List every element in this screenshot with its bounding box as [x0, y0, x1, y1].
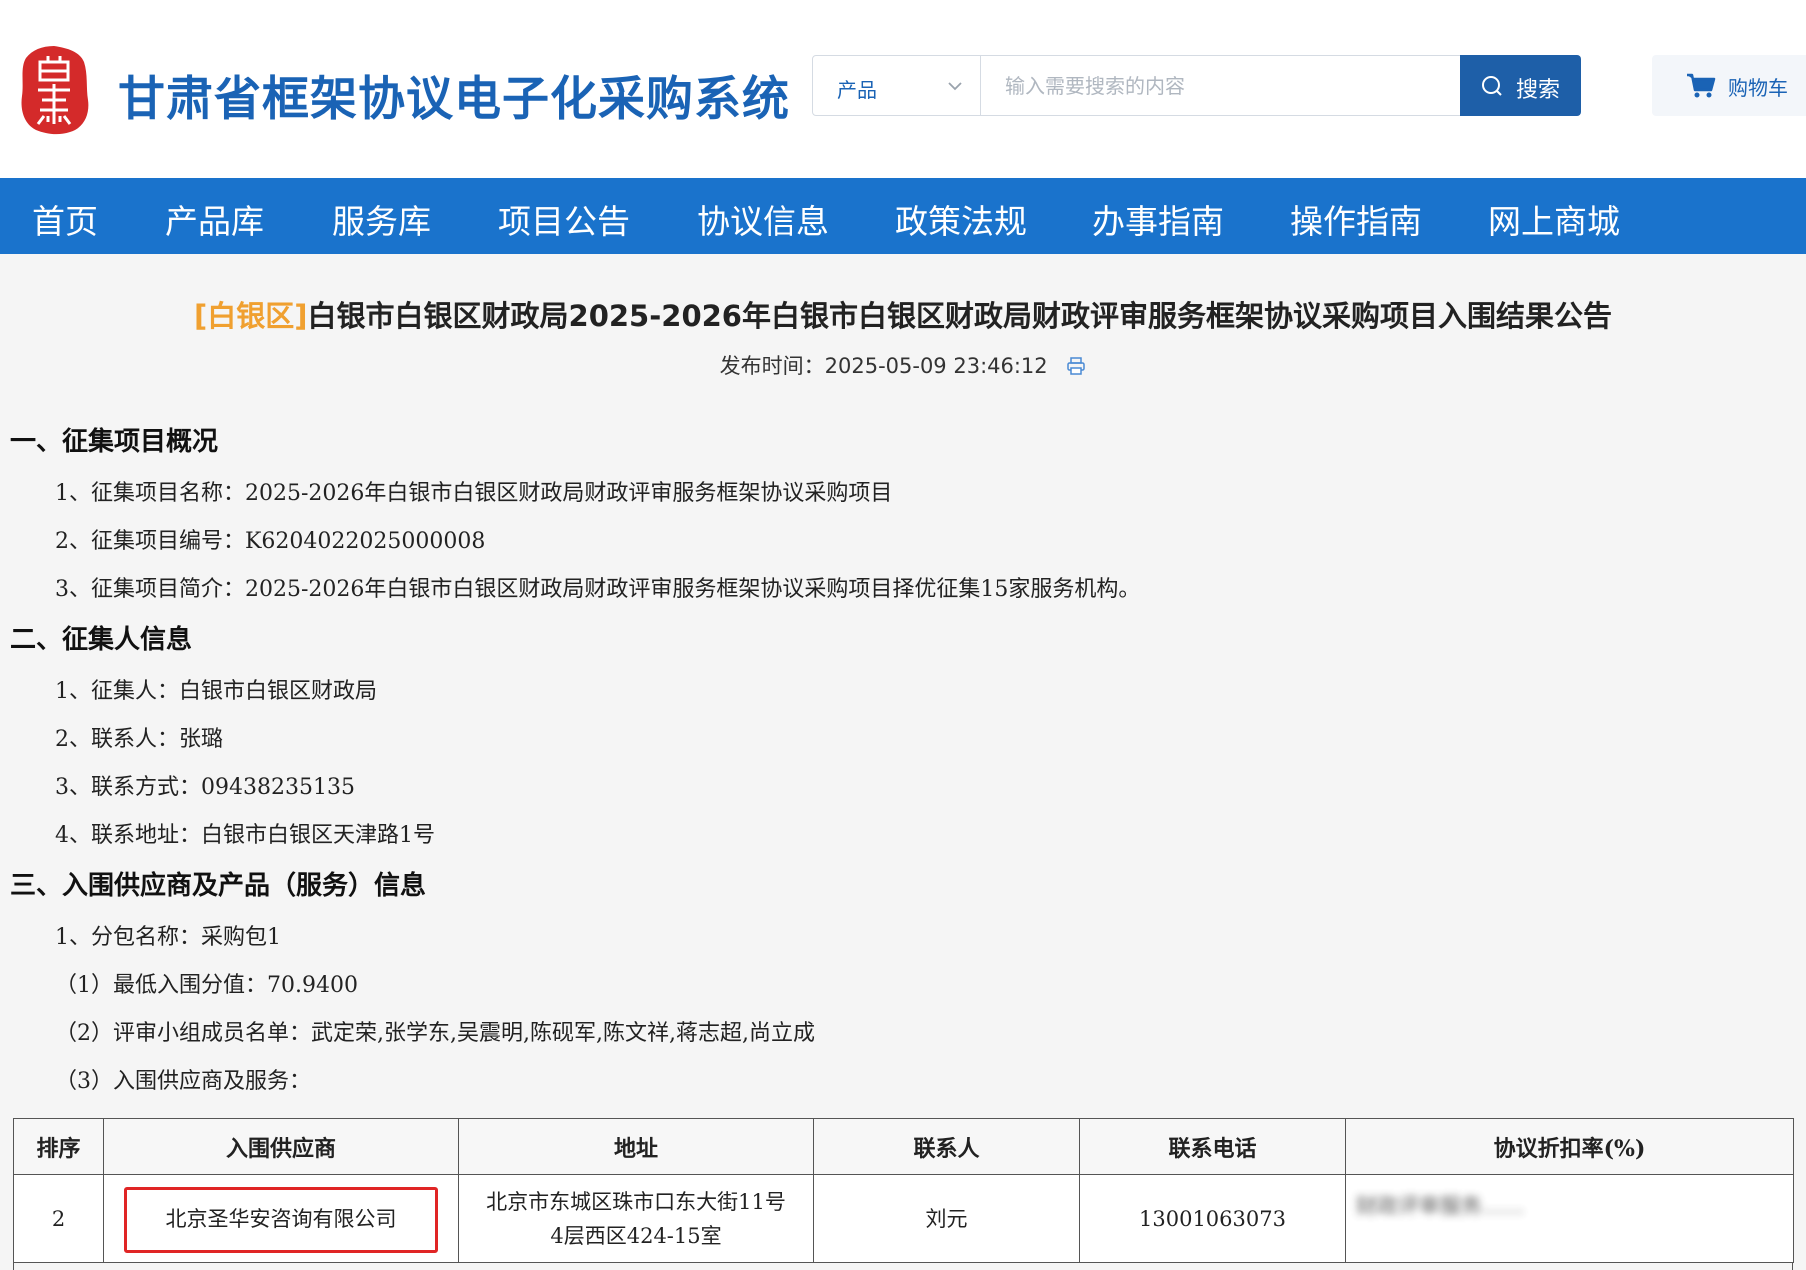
site-title: 甘肃省框架协议电子化采购系统 — [118, 72, 790, 127]
column-header-discount: 协议折扣率(%) — [1345, 1118, 1794, 1175]
contact-person-line: 2、联系人：张璐 — [55, 727, 223, 752]
column-header-contact: 联系人 — [813, 1118, 1080, 1175]
nav-item-online-mall[interactable]: 网上商城 — [1488, 195, 1620, 243]
collector-line: 1、征集人：白银市白银区财政局 — [55, 679, 377, 704]
supplier-table: 排序 入围供应商 地址 联系人 联系电话 协议折扣率(%) 2 北京圣华安咨询有… — [13, 1118, 1794, 1263]
nav-item-project-notices[interactable]: 项目公告 — [498, 195, 630, 243]
address-cell: 北京市东城区珠市口东大街11号 4层西区424-15室 — [458, 1174, 814, 1263]
column-header-rank: 排序 — [13, 1118, 104, 1175]
chevron-down-icon — [948, 82, 962, 91]
column-header-supplier: 入围供应商 — [103, 1118, 459, 1175]
column-header-phone: 联系电话 — [1079, 1118, 1346, 1175]
district-tag: [白银区] — [194, 299, 308, 333]
search-input[interactable] — [981, 56, 1461, 115]
section-heading-collector-info: 二、征集人信息 — [10, 625, 193, 655]
project-summary-line: 3、征集项目简介：2025-2026年白银市白银区财政局财政评审服务框架协议采购… — [55, 577, 1141, 602]
contact-cell: 刘元 — [813, 1174, 1080, 1263]
rank-cell: 2 — [13, 1174, 104, 1263]
nav-item-agreement-info[interactable]: 协议信息 — [697, 195, 829, 243]
review-panel-line: （2）评审小组成员名单：武定荣,张学东,吴震明,陈砚军,陈文祥,蒋志超,尚立成 — [55, 1021, 815, 1046]
cart-label: 购物车 — [1728, 76, 1788, 100]
search-category-select[interactable]: 产品 — [813, 56, 981, 115]
page-title: [白银区]白银市白银区财政局2025-2026年白银市白银区财政局财政评审服务框… — [0, 293, 1806, 335]
page-title-text: 白银市白银区财政局2025-2026年白银市白银区财政局财政评审服务框架协议采购… — [307, 299, 1612, 333]
section-heading-supplier-info: 三、入围供应商及产品（服务）信息 — [10, 871, 427, 901]
search-category-label: 产品 — [837, 78, 877, 102]
min-score-line: （1）最低入围分值：70.9400 — [55, 973, 358, 998]
blurred-discount-text: 财政评审服务…… — [1356, 1194, 1524, 1218]
package-name-line: 1、分包名称：采购包1 — [55, 925, 281, 950]
search-button[interactable]: 搜索 — [1460, 55, 1581, 116]
publish-info: 发布时间：2025-05-09 23:46:12 — [0, 350, 1806, 380]
supplier-list-intro-line: （3）入围供应商及服务： — [55, 1069, 311, 1094]
supplier-cell: 北京圣华安咨询有限公司 — [103, 1174, 459, 1263]
table-continuation — [13, 1262, 1793, 1270]
nav-item-home[interactable]: 首页 — [32, 195, 98, 243]
phone-cell: 13001063073 — [1079, 1174, 1346, 1263]
main-nav: 首页 产品库 服务库 项目公告 协议信息 政策法规 办事指南 操作指南 网上商城 — [0, 178, 1806, 254]
gansu-seal-logo-icon[interactable] — [18, 44, 90, 136]
address-line-2: 4层西区424-15室 — [550, 1223, 722, 1248]
address-line-1: 北京市东城区珠市口东大街11号 — [486, 1189, 786, 1214]
print-icon[interactable] — [1066, 356, 1086, 376]
red-highlight-annotation — [124, 1187, 438, 1253]
search-icon — [1482, 76, 1502, 96]
nav-item-service-library[interactable]: 服务库 — [332, 195, 431, 243]
contact-phone-line: 3、联系方式：09438235135 — [55, 775, 355, 800]
project-name-line: 1、征集项目名称：2025-2026年白银市白银区财政局财政评审服务框架协议采购… — [55, 481, 893, 506]
nav-item-product-library[interactable]: 产品库 — [165, 195, 264, 243]
table-row: 2 北京圣华安咨询有限公司 北京市东城区珠市口东大街11号 4层西区424-15… — [13, 1174, 1794, 1263]
cart-button[interactable]: 购物车 — [1652, 55, 1806, 116]
publish-label: 发布时间： — [719, 354, 825, 378]
shopping-cart-icon — [1687, 73, 1716, 98]
publish-time: 2025-05-09 23:46:12 — [824, 354, 1048, 378]
search-bar: 产品 搜索 — [812, 55, 1581, 116]
section-heading-project-overview: 一、征集项目概况 — [10, 427, 219, 457]
nav-item-service-guide[interactable]: 办事指南 — [1092, 195, 1224, 243]
nav-item-operation-guide[interactable]: 操作指南 — [1290, 195, 1422, 243]
column-header-address: 地址 — [458, 1118, 814, 1175]
table-header-row: 排序 入围供应商 地址 联系人 联系电话 协议折扣率(%) — [13, 1118, 1794, 1175]
contact-address-line: 4、联系地址：白银市白银区天津路1号 — [55, 823, 435, 848]
discount-cell: 财政评审服务…… — [1345, 1174, 1794, 1263]
site-header: 甘肃省框架协议电子化采购系统 产品 搜索 购物车 — [0, 0, 1806, 178]
nav-item-policies[interactable]: 政策法规 — [895, 195, 1027, 243]
search-button-label: 搜索 — [1516, 78, 1561, 103]
project-number-line: 2、征集项目编号：K6204022025000008 — [55, 529, 486, 554]
